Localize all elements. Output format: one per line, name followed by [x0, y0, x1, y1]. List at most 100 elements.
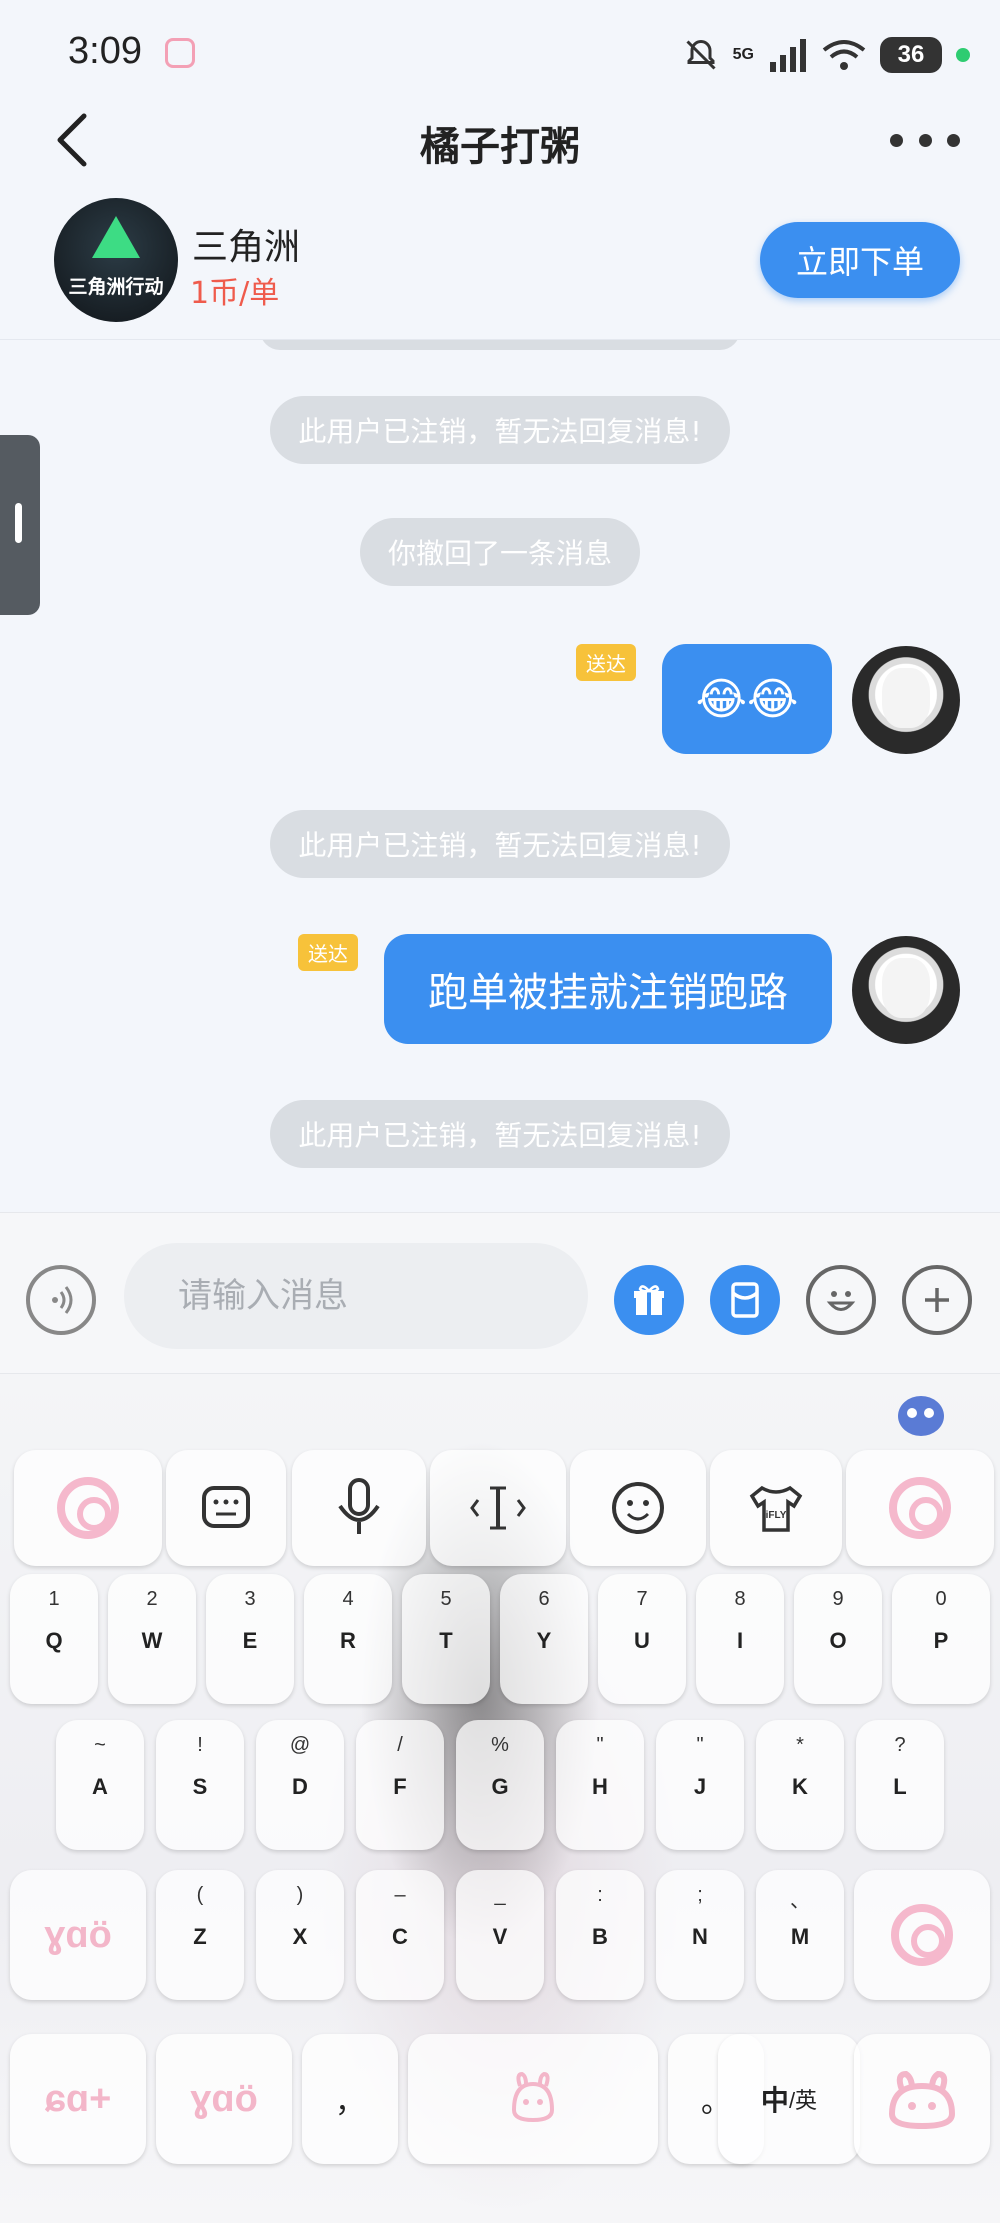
- key-b[interactable]: :B: [556, 1870, 644, 2000]
- message-list[interactable]: 此用户已注销，暂无法回复消息! 你撤回了一条消息 送达 😂😂 此用户已注销，暂无…: [0, 340, 1000, 1210]
- system-message-text: 此用户已注销，暂无法回复消息!: [270, 396, 730, 464]
- system-message: 此用户已注销，暂无法回复消息!: [0, 1100, 1000, 1168]
- battery-icon: 36: [880, 37, 942, 73]
- numbers-key[interactable]: ɣɑӧ: [156, 2034, 292, 2164]
- key-k[interactable]: * K: [756, 1720, 844, 1850]
- key-m[interactable]: 、 M: [756, 1870, 844, 2000]
- text-cursor-icon: [470, 1486, 526, 1530]
- key-s[interactable]: ! S: [156, 1720, 244, 1850]
- message-text: 跑单被挂就注销跑路: [428, 970, 788, 1016]
- key-t[interactable]: 5T: [402, 1574, 490, 1704]
- cut-off-system-message: [260, 340, 740, 350]
- key-d[interactable]: @ D: [256, 1720, 344, 1850]
- outgoing-message-bubble[interactable]: 😂😂: [662, 644, 832, 754]
- key-x[interactable]: ) X: [256, 1870, 344, 2000]
- status-bar: 3:09 5G 36: [0, 0, 1000, 100]
- swirl-icon: [891, 1904, 953, 1966]
- outgoing-message-bubble[interactable]: 跑单被挂就注销跑路: [384, 934, 832, 1044]
- message-input[interactable]: [124, 1243, 588, 1349]
- smiley-icon: [612, 1482, 664, 1534]
- backspace-key[interactable]: [854, 1870, 990, 2000]
- more-options-icon[interactable]: [890, 110, 960, 170]
- system-message-text: 此用户已注销，暂无法回复消息!: [270, 810, 730, 878]
- key-o[interactable]: 9O: [794, 1574, 882, 1704]
- side-drawer-handle[interactable]: [0, 435, 40, 615]
- toolbar-voice-key[interactable]: [292, 1450, 426, 1566]
- ime-mascot-icon[interactable]: [898, 1396, 944, 1436]
- key-g[interactable]: % G: [456, 1720, 544, 1850]
- key-h[interactable]: " H: [556, 1720, 644, 1850]
- key-j[interactable]: " J: [656, 1720, 744, 1850]
- system-message: 你撤回了一条消息: [0, 518, 1000, 586]
- chat-title: 橘子打粥: [420, 124, 580, 170]
- svg-text:iFLY: iFLY: [766, 1510, 787, 1521]
- key-u[interactable]: 7U: [598, 1574, 686, 1704]
- decor-swirl-key[interactable]: [14, 1450, 162, 1566]
- microphone-icon: [338, 1478, 380, 1534]
- delivered-tag: 送达: [576, 644, 636, 681]
- keyboard-icon: [202, 1486, 250, 1528]
- status-time: 3:09: [68, 30, 142, 72]
- toolbar-cursor-key[interactable]: [430, 1450, 566, 1566]
- decor-text-sticker: ɣɑӧ: [190, 2077, 258, 2120]
- decor-text-sticker: ɣɑӧ: [44, 1913, 112, 1956]
- toolbar-keyboard-key[interactable]: [166, 1450, 286, 1566]
- add-attachment-icon[interactable]: [902, 1265, 972, 1335]
- key-q[interactable]: 1Q: [10, 1574, 98, 1704]
- system-message: 此用户已注销，暂无法回复消息!: [0, 396, 1000, 464]
- decor-text-sticker: ɕɑ+: [44, 2077, 112, 2120]
- key-f[interactable]: / F: [356, 1720, 444, 1850]
- key-r[interactable]: 4R: [304, 1574, 392, 1704]
- decor-swirl-key[interactable]: [846, 1450, 994, 1566]
- signal-icon: [770, 39, 806, 72]
- user-avatar[interactable]: [852, 646, 960, 754]
- swirl-icon: [57, 1477, 119, 1539]
- key-z[interactable]: (Z: [156, 1870, 244, 2000]
- key-y[interactable]: 6Y: [500, 1574, 588, 1704]
- user-avatar[interactable]: [852, 936, 960, 1044]
- bunny-space-icon: [511, 2071, 555, 2123]
- language-switch-label: 中/英: [760, 2085, 818, 2116]
- key-a[interactable]: ~ A: [56, 1720, 144, 1850]
- mute-bell-icon: [686, 39, 716, 70]
- bunny-enter-icon: [888, 2070, 956, 2130]
- chat-header: 橘子打粥: [0, 90, 1000, 190]
- key-l[interactable]: ? L: [856, 1720, 944, 1850]
- key-p[interactable]: 0P: [892, 1574, 990, 1704]
- app-notification-icon: [165, 38, 195, 68]
- decor-key-left[interactable]: ɣɑӧ: [10, 1870, 146, 2000]
- game-logo[interactable]: 三角洲行动: [54, 198, 178, 322]
- ime-keyboard: iFLY 1Q 2W 3E 4R 5T 6Y 7U 8I 9O 0P ~ A ! S…: [0, 1374, 1000, 2223]
- emoji-icon[interactable]: [806, 1265, 876, 1335]
- language-switch-key[interactable]: 中/英: [718, 2034, 860, 2164]
- key-n[interactable]: ; N: [656, 1870, 744, 2000]
- wifi-icon: [822, 40, 866, 70]
- key-i[interactable]: 8I: [696, 1574, 784, 1704]
- game-name: 三角洲: [192, 227, 301, 268]
- red-packet-icon[interactable]: [710, 1265, 780, 1335]
- message-input-bar: [0, 1212, 1000, 1374]
- tshirt-icon: iFLY: [749, 1485, 803, 1532]
- comma-glyph: ，: [335, 2086, 365, 2119]
- system-message-text: 此用户已注销，暂无法回复消息!: [270, 1100, 730, 1168]
- network-type: 5G: [732, 46, 754, 63]
- game-price: 1币/单: [190, 276, 280, 311]
- delivered-tag: 送达: [298, 934, 358, 971]
- order-now-button[interactable]: 立即下单: [760, 222, 960, 298]
- swirl-icon: [889, 1477, 951, 1539]
- symbols-key[interactable]: ɕɑ+: [10, 2034, 146, 2164]
- toolbar-emoji-key[interactable]: [570, 1450, 706, 1566]
- gift-icon[interactable]: [614, 1265, 684, 1335]
- privacy-indicator: [956, 48, 970, 62]
- system-message-text: 你撤回了一条消息: [359, 518, 640, 586]
- toolbar-skin-key[interactable]: iFLY: [710, 1450, 842, 1566]
- key-v[interactable]: _ V: [456, 1870, 544, 2000]
- message-text: 😂😂: [695, 673, 799, 725]
- key-c[interactable]: – C: [356, 1870, 444, 2000]
- enter-key[interactable]: [854, 2034, 990, 2164]
- voice-input-icon[interactable]: [26, 1265, 96, 1335]
- space-key[interactable]: [408, 2034, 658, 2164]
- comma-key[interactable]: ，: [302, 2034, 398, 2164]
- key-w[interactable]: 2W: [108, 1574, 196, 1704]
- key-e[interactable]: 3E: [206, 1574, 294, 1704]
